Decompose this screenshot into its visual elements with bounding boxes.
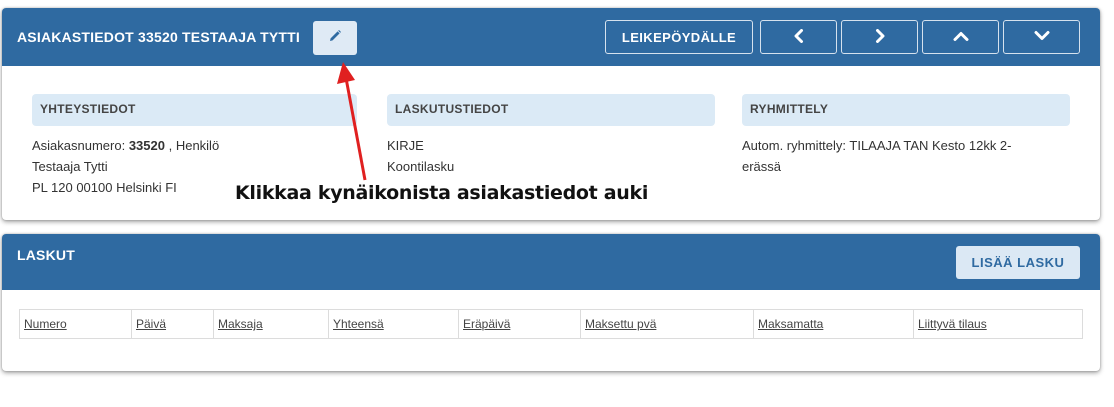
- grouping-text: Autom. ryhmittely: TILAAJA TAN Kesto 12k…: [742, 138, 1012, 174]
- column-header-due-date[interactable]: Eräpäivä: [458, 309, 581, 339]
- billing-heading: LASKUTUSTIEDOT: [387, 94, 715, 126]
- column-header-related-order[interactable]: Liittyvä tilaus: [914, 310, 1083, 339]
- billing-body: KIRJE Koontilasku: [387, 135, 715, 177]
- customer-name: Testaaja Tytti: [32, 159, 108, 174]
- table-header-row: Numero Päivä Maksaja Yhteensä Eräpäivä M…: [19, 309, 1083, 339]
- customer-number-prefix: Asiakasnumero:: [32, 138, 129, 153]
- scroll-down-button[interactable]: [1003, 20, 1080, 54]
- column-header-paid-date[interactable]: Maksettu pvä: [580, 309, 754, 339]
- previous-customer-button[interactable]: [760, 20, 837, 54]
- invoices-title: LASKUT: [17, 247, 75, 263]
- add-invoice-button[interactable]: LISÄÄ LASKU: [956, 246, 1080, 279]
- column-header-total[interactable]: Yhteensä: [328, 309, 459, 339]
- grouping-section: RYHMITTELY Autom. ryhmittely: TILAAJA TA…: [742, 94, 1070, 177]
- copy-to-clipboard-button[interactable]: LEIKEPÖYDÄLLE: [605, 20, 753, 54]
- pencil-icon: [328, 29, 342, 48]
- customer-type: , Henkilö: [164, 138, 220, 153]
- chevron-up-icon: [953, 30, 969, 45]
- annotation-callout: Klikkaa kynäikonista asiakastiedot auki: [235, 182, 649, 204]
- chevron-left-icon: [793, 28, 805, 46]
- next-customer-button[interactable]: [841, 20, 918, 54]
- invoices-panel-header: LASKUT LISÄÄ LASKU: [2, 234, 1100, 290]
- billing-method: KIRJE: [387, 138, 424, 153]
- customer-number-line: Asiakasnumero: 33520 , Henkilö: [32, 135, 357, 156]
- billing-type: Koontilasku: [387, 159, 455, 174]
- column-header-unpaid[interactable]: Maksamatta: [753, 309, 914, 339]
- scroll-up-button[interactable]: [922, 20, 999, 54]
- chevron-down-icon: [1034, 30, 1050, 45]
- edit-customer-button[interactable]: [313, 21, 357, 55]
- column-header-number[interactable]: Numero: [19, 309, 132, 339]
- customer-title: ASIAKASTIEDOT 33520 TESTAAJA TYTTI: [17, 29, 300, 45]
- invoices-table: Numero Päivä Maksaja Yhteensä Eräpäivä M…: [19, 309, 1083, 339]
- column-header-payer[interactable]: Maksaja: [213, 309, 329, 339]
- column-header-date[interactable]: Päivä: [131, 309, 214, 339]
- grouping-heading: RYHMITTELY: [742, 94, 1070, 126]
- customer-panel-header: ASIAKASTIEDOT 33520 TESTAAJA TYTTI LEIKE…: [2, 8, 1100, 66]
- contact-heading: YHTEYSTIEDOT: [32, 94, 357, 126]
- grouping-body: Autom. ryhmittely: TILAAJA TAN Kesto 12k…: [742, 135, 1070, 177]
- billing-section: LASKUTUSTIEDOT KIRJE Koontilasku: [387, 94, 715, 177]
- invoices-panel: LASKUT LISÄÄ LASKU Numero Päivä Maksaja …: [2, 234, 1100, 371]
- chevron-right-icon: [874, 28, 886, 46]
- customer-number: 33520: [128, 138, 165, 153]
